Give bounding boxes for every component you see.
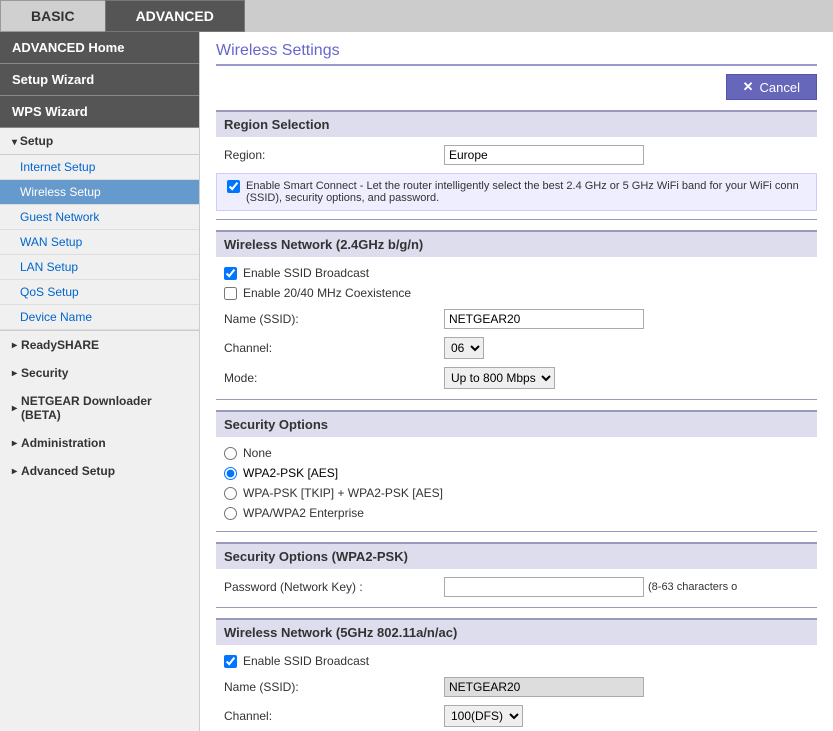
sec-wpa2psk-row: WPA2-PSK [AES]	[216, 463, 817, 483]
top-tab-bar: BASIC ADVANCED	[0, 0, 833, 32]
sec-none-label: None	[243, 446, 272, 460]
sec-enterprise-radio[interactable]	[224, 507, 237, 520]
tab-advanced[interactable]: ADVANCED	[105, 0, 245, 32]
enable-ssid-24-label: Enable SSID Broadcast	[243, 266, 369, 280]
sec-none-row: None	[216, 443, 817, 463]
cancel-button[interactable]: ✕ Cancel	[726, 74, 817, 100]
ssid-24-row: Name (SSID):	[216, 307, 817, 331]
sidebar-item-setup-wizard[interactable]: Setup Wizard	[0, 64, 199, 96]
page-title: Wireless Settings	[216, 42, 817, 66]
sidebar-group-advanced-setup[interactable]: Advanced Setup	[0, 457, 199, 485]
password-label: Password (Network Key) :	[224, 580, 444, 594]
sec-wpa-combo-label: WPA-PSK [TKIP] + WPA2-PSK [AES]	[243, 486, 443, 500]
sec-wpa2psk-label: WPA2-PSK [AES]	[243, 466, 338, 480]
sidebar-item-qos-setup[interactable]: QoS Setup	[0, 280, 199, 305]
sidebar-item-wireless-setup[interactable]: Wireless Setup	[0, 180, 199, 205]
mode-24-label: Mode:	[224, 371, 444, 385]
action-bar: ✕ Cancel	[216, 74, 817, 100]
region-section-header: Region Selection	[216, 110, 817, 137]
ssid-5g-row: Name (SSID):	[216, 675, 817, 699]
enable-ssid-5g-checkbox[interactable]	[224, 655, 237, 668]
enable-2040-checkbox[interactable]	[224, 287, 237, 300]
channel-24-label: Channel:	[224, 341, 444, 355]
channel-5g-label: Channel:	[224, 709, 444, 723]
sidebar-item-wps-wizard[interactable]: WPS Wizard	[0, 96, 199, 128]
sec-wpa2psk-radio[interactable]	[224, 467, 237, 480]
smart-connect-text: Enable Smart Connect - Let the router in…	[246, 180, 806, 204]
sidebar-item-advanced-home[interactable]: ADVANCED Home	[0, 32, 199, 64]
enable-ssid-5g-label: Enable SSID Broadcast	[243, 654, 369, 668]
ssid-5g-input[interactable]	[444, 677, 644, 697]
ssid-5g-label: Name (SSID):	[224, 680, 444, 694]
ssid-24-label: Name (SSID):	[224, 312, 444, 326]
enable-2040-row: Enable 20/40 MHz Coexistence	[216, 283, 817, 303]
sidebar-group-security[interactable]: Security	[0, 359, 199, 387]
enable-ssid-24-row: Enable SSID Broadcast	[216, 263, 817, 283]
enable-ssid-24-checkbox[interactable]	[224, 267, 237, 280]
sec-none-radio[interactable]	[224, 447, 237, 460]
sidebar-group-netgear-downloader[interactable]: NETGEAR Downloader (BETA)	[0, 387, 199, 429]
enable-ssid-5g-row: Enable SSID Broadcast	[216, 651, 817, 671]
password-row: Password (Network Key) : (8-63 character…	[216, 575, 817, 599]
wireless-24-header: Wireless Network (2.4GHz b/g/n)	[216, 230, 817, 257]
password-hint: (8-63 characters o	[648, 581, 737, 593]
smart-connect-checkbox[interactable]	[227, 180, 240, 193]
sidebar-group-administration[interactable]: Administration	[0, 429, 199, 457]
enable-2040-label: Enable 20/40 MHz Coexistence	[243, 286, 411, 300]
tab-basic[interactable]: BASIC	[0, 0, 105, 32]
smart-connect-notice: Enable Smart Connect - Let the router in…	[216, 173, 817, 211]
sidebar: ADVANCED Home Setup Wizard WPS Wizard Se…	[0, 32, 200, 731]
region-label: Region:	[224, 148, 444, 162]
channel-5g-select[interactable]: 100(DFS)	[444, 705, 523, 727]
channel-24-row: Channel: 06	[216, 335, 817, 361]
x-icon: ✕	[743, 79, 754, 95]
security-options-header: Security Options	[216, 410, 817, 437]
sec-enterprise-label: WPA/WPA2 Enterprise	[243, 506, 364, 520]
mode-24-select[interactable]: Up to 800 Mbps	[444, 367, 555, 389]
sidebar-item-wan-setup[interactable]: WAN Setup	[0, 230, 199, 255]
password-input[interactable]	[444, 577, 644, 597]
sidebar-group-readyshare[interactable]: ReadySHARE	[0, 331, 199, 359]
region-row: Region:	[216, 143, 817, 167]
cancel-label: Cancel	[760, 80, 800, 95]
sidebar-item-guest-network[interactable]: Guest Network	[0, 205, 199, 230]
sidebar-section-setup[interactable]: Setup	[0, 128, 199, 155]
sidebar-group-setup: Setup Internet Setup Wireless Setup Gues…	[0, 128, 199, 331]
channel-24-select[interactable]: 06	[444, 337, 484, 359]
sec-wpa-combo-radio[interactable]	[224, 487, 237, 500]
security-wpa2-header: Security Options (WPA2-PSK)	[216, 542, 817, 569]
sec-wpa-combo-row: WPA-PSK [TKIP] + WPA2-PSK [AES]	[216, 483, 817, 503]
sidebar-item-internet-setup[interactable]: Internet Setup	[0, 155, 199, 180]
main-content: Wireless Settings ✕ Cancel Region Select…	[200, 32, 833, 731]
ssid-24-input[interactable]	[444, 309, 644, 329]
channel-5g-row: Channel: 100(DFS)	[216, 703, 817, 729]
sidebar-item-device-name[interactable]: Device Name	[0, 305, 199, 330]
sidebar-item-lan-setup[interactable]: LAN Setup	[0, 255, 199, 280]
main-layout: ADVANCED Home Setup Wizard WPS Wizard Se…	[0, 32, 833, 731]
mode-24-row: Mode: Up to 800 Mbps	[216, 365, 817, 391]
region-input[interactable]	[444, 145, 644, 165]
wireless-5g-header: Wireless Network (5GHz 802.11a/n/ac)	[216, 618, 817, 645]
sec-enterprise-row: WPA/WPA2 Enterprise	[216, 503, 817, 523]
